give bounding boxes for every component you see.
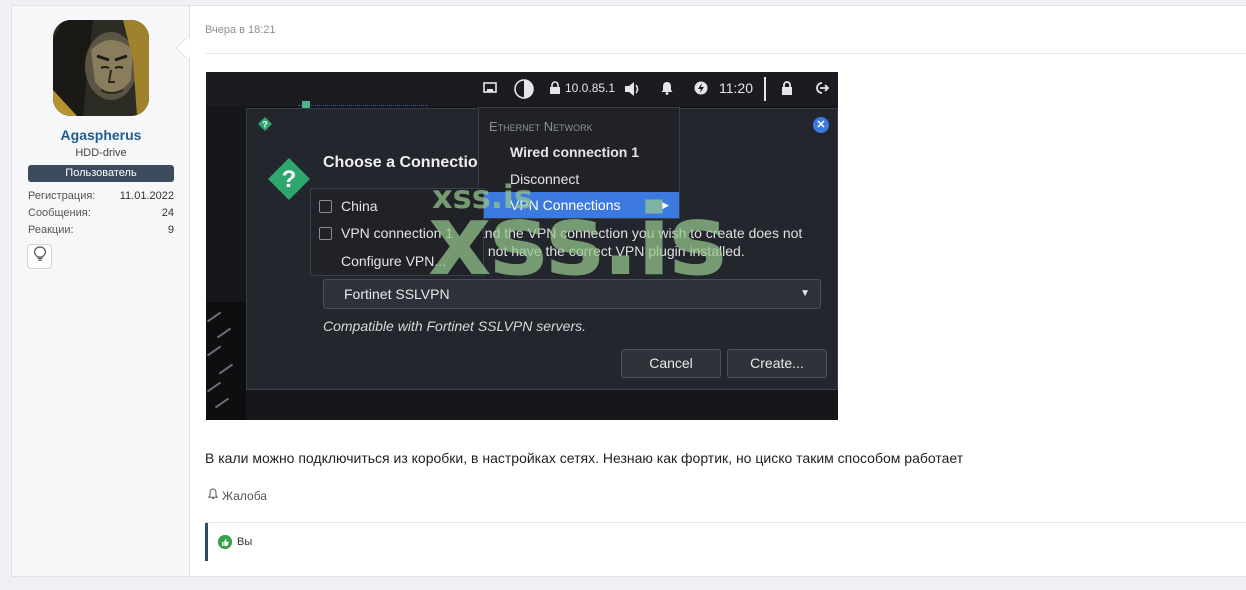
stat-value: 9 [167, 224, 174, 236]
menu-item-wired[interactable]: Wired connection 1 [510, 139, 710, 165]
stat-registration: Регистрация: 11.01.2022 [28, 190, 174, 202]
question-icon: ? [267, 157, 310, 200]
network-icon[interactable] [483, 81, 497, 98]
report-link[interactable]: Жалоба [207, 488, 267, 503]
user-title: HDD-drive [75, 147, 127, 159]
dialog-close-button[interactable]: ✕ [813, 117, 829, 133]
compat-text: Compatible with Fortinet SSLVPN servers. [323, 318, 586, 334]
theme-toggle-icon[interactable] [513, 79, 535, 102]
checkbox[interactable] [319, 227, 332, 240]
notification-bell-icon[interactable] [660, 81, 674, 98]
user-sidebar: Agaspherus HDD-drive Пользователь Регист… [12, 6, 190, 576]
vpn-icon[interactable] [548, 81, 562, 98]
dialog-app-icon: ? [258, 117, 272, 131]
menu-header: Ethernet Network [489, 119, 593, 134]
post-main: Вчера в 18:21 10.0.85.1 11:20 ? ✕ ? Choo… [190, 6, 1246, 576]
stat-reactions: Реакции: 9 [28, 224, 174, 236]
stat-value[interactable]: 24 [162, 207, 174, 219]
post-container: Agaspherus HDD-drive Пользователь Регист… [11, 5, 1246, 577]
post-date[interactable]: Вчера в 18:21 [205, 24, 276, 36]
username[interactable]: Agaspherus [12, 127, 190, 143]
post-message: В кали можно подключиться из коробки, в … [205, 450, 964, 466]
volume-icon[interactable] [624, 81, 642, 100]
checkbox[interactable] [319, 200, 332, 213]
report-label: Жалоба [222, 488, 267, 503]
reactions-bar: Вы [205, 523, 1246, 561]
svg-text:?: ? [282, 166, 297, 193]
watermark: xss.is [428, 184, 727, 298]
user-banner: Пользователь [28, 165, 174, 182]
attached-screenshot[interactable]: 10.0.85.1 11:20 ? ✕ ? Choose a Connectio… [206, 72, 838, 420]
create-button[interactable]: Create... [727, 349, 827, 378]
stat-label: Регистрация: [28, 190, 96, 202]
stat-value: 11.01.2022 [119, 190, 174, 202]
divider [205, 53, 1246, 54]
lock-screen-icon[interactable] [780, 81, 794, 98]
stat-messages: Сообщения: 24 [28, 207, 174, 219]
cancel-button[interactable]: Cancel [621, 349, 721, 378]
svg-text:?: ? [262, 120, 268, 130]
like-icon [218, 535, 232, 549]
clock[interactable]: 11:20 [719, 80, 753, 96]
desktop-background [206, 302, 246, 420]
panel-separator [764, 77, 766, 101]
dialog-title: Choose a Connection [323, 154, 488, 171]
avatar[interactable] [53, 20, 149, 116]
chevron-down-icon: ▼ [800, 288, 810, 299]
stat-label: Сообщения: [28, 207, 91, 219]
vpn-item-label: China [341, 198, 378, 214]
stat-label: Реакции: [28, 224, 74, 236]
power-manager-icon[interactable] [694, 81, 708, 98]
lightbulb-icon [33, 246, 47, 267]
reaction-users[interactable]: Вы [237, 536, 252, 548]
bell-icon [207, 488, 219, 503]
background-link [298, 100, 428, 106]
ip-address: 10.0.85.1 [565, 81, 616, 95]
logout-icon[interactable] [814, 81, 830, 98]
trophy-badge[interactable] [27, 244, 52, 269]
